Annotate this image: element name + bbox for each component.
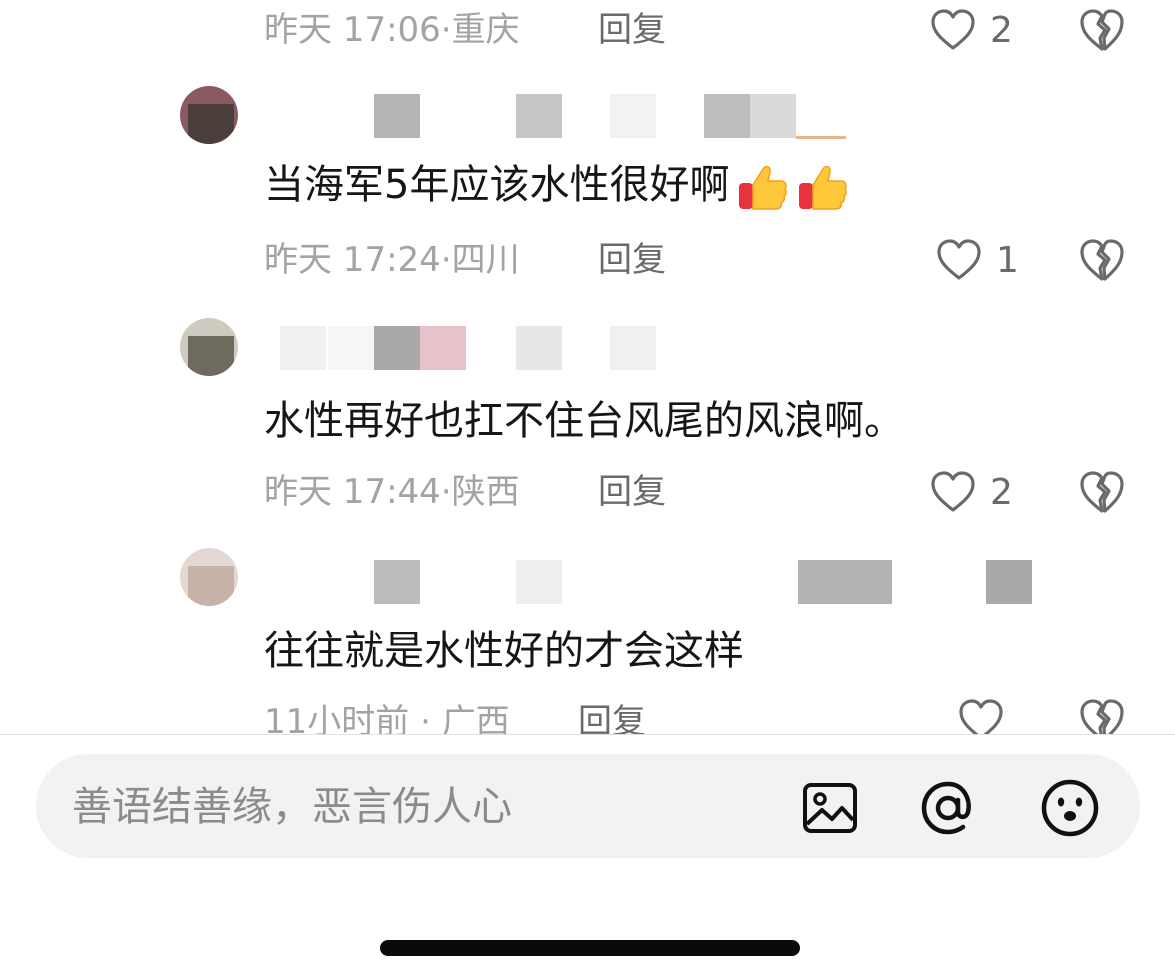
comment-text: 往往就是水性好的才会这样 xyxy=(264,628,744,674)
avatar[interactable] xyxy=(180,548,238,606)
broken-heart-icon[interactable] xyxy=(1078,696,1126,734)
comment-location: 四川 xyxy=(451,240,520,280)
avatar[interactable] xyxy=(180,318,238,376)
like-count: 1 xyxy=(996,239,1019,281)
divider xyxy=(0,734,1175,735)
smiley-icon[interactable] xyxy=(1040,778,1100,838)
comment-text: 水性再好也扛不住台风尾的风浪啊。 xyxy=(264,398,904,444)
comment-meta: 昨天 17:44·陕西 xyxy=(264,472,520,512)
reply-button[interactable]: 回复 xyxy=(598,472,666,512)
like-count: 2 xyxy=(990,471,1013,513)
heart-outline-icon xyxy=(931,9,975,50)
comment-location: 重庆 xyxy=(451,10,520,50)
broken-heart-icon[interactable] xyxy=(1078,6,1126,54)
broken-heart-icon[interactable] xyxy=(1078,236,1126,284)
comment-location: 广西 xyxy=(441,702,510,734)
heart-outline-icon xyxy=(937,239,981,280)
broken-heart-icon[interactable] xyxy=(1078,468,1126,516)
thumbs-up-emoji xyxy=(739,165,788,210)
like-button[interactable]: 2 xyxy=(930,468,1013,516)
comment-text: 当海军5年应该水性很好啊 xyxy=(264,160,849,213)
comment-time: 昨天 17:06 xyxy=(264,10,441,50)
avatar[interactable] xyxy=(180,86,238,144)
like-button[interactable]: 1 xyxy=(936,236,1019,284)
comment-list: 昨天 17:06·重庆 回复 2 当海军5年应该水性很好啊 昨天 17:24·四… xyxy=(0,0,1175,734)
username-redacted[interactable] xyxy=(264,560,1124,606)
image-icon[interactable] xyxy=(800,778,860,838)
comment-time: 昨天 17:24 xyxy=(264,240,441,280)
comment-meta: 昨天 17:24·四川 xyxy=(264,240,520,280)
like-button[interactable] xyxy=(958,696,1018,734)
thumbs-up-emoji xyxy=(799,165,848,210)
comment-time: 11小时前 xyxy=(264,702,410,734)
at-icon[interactable] xyxy=(918,778,978,838)
reply-button[interactable]: 回复 xyxy=(598,240,666,280)
heart-outline-icon xyxy=(959,699,1003,734)
username-redacted[interactable] xyxy=(264,326,1124,372)
like-button[interactable]: 2 xyxy=(930,6,1013,54)
comment-time: 昨天 17:44 xyxy=(264,472,441,512)
comment-meta: 11小时前 · 广西 xyxy=(264,702,510,734)
comment-location: 陕西 xyxy=(451,472,520,512)
comment-meta: 昨天 17:06·重庆 xyxy=(264,10,520,50)
comment-input[interactable]: 善语结善缘，恶言伤人心 xyxy=(72,784,512,830)
username-redacted[interactable] xyxy=(264,94,1124,140)
like-count: 2 xyxy=(990,9,1013,51)
reply-button[interactable]: 回复 xyxy=(578,702,646,734)
reply-button[interactable]: 回复 xyxy=(598,10,666,50)
home-indicator xyxy=(380,940,800,956)
comment-input-bar[interactable]: 善语结善缘，恶言伤人心 xyxy=(36,754,1140,858)
heart-outline-icon xyxy=(931,471,975,512)
